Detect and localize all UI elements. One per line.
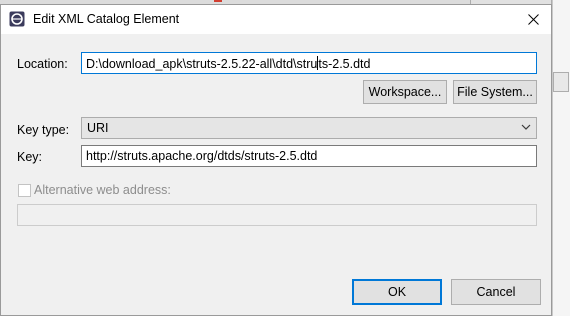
file-system-button[interactable]: File System... (453, 80, 537, 104)
key-label: Key: (17, 150, 43, 164)
edit-xml-catalog-dialog: Edit XML Catalog Element Location: D:\do… (0, 4, 552, 316)
key-type-label: Key type: (17, 123, 70, 137)
location-label: Location: (17, 57, 68, 71)
background-red-mark (214, 0, 222, 2)
background-side-button (553, 72, 569, 92)
title-bar: Edit XML Catalog Element (1, 5, 551, 34)
location-input[interactable]: D:\download_apk\struts-2.5.22-all\dtd\st… (81, 52, 537, 74)
ok-button[interactable]: OK (352, 279, 442, 305)
key-type-select[interactable]: URI (81, 117, 537, 139)
alternative-web-address-input (17, 204, 537, 226)
cancel-button[interactable]: Cancel (451, 279, 541, 305)
key-type-value: URI (87, 121, 109, 135)
alternative-web-address-label: Alternative web address: (34, 183, 171, 197)
key-input[interactable]: http://struts.apache.org/dtds/struts-2.5… (81, 145, 537, 167)
chevron-down-icon (521, 124, 531, 130)
alternative-web-address-checkbox[interactable] (18, 184, 31, 197)
location-text-after-caret: ts-2.5.dtd (318, 57, 371, 71)
background-window-right-edge (552, 0, 570, 316)
workspace-button[interactable]: Workspace... (363, 80, 447, 104)
close-button[interactable] (515, 5, 551, 34)
close-icon (527, 14, 539, 25)
location-text-before-caret: D:\download_apk\struts-2.5.22-all\dtd\st… (86, 57, 318, 71)
dialog-title: Edit XML Catalog Element (33, 12, 180, 26)
eclipse-icon (9, 11, 25, 27)
